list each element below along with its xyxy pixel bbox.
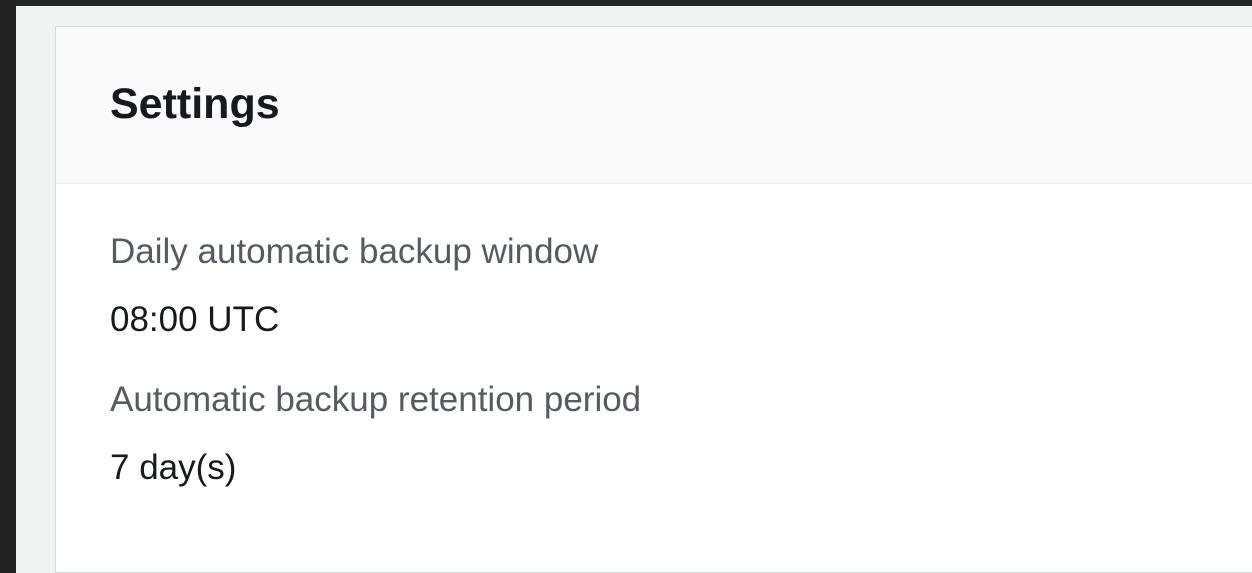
settings-panel: Settings Daily automatic backup window 0… <box>55 26 1252 573</box>
retention-period-value: 7 day(s) <box>110 448 237 487</box>
settings-title: Settings <box>110 80 280 128</box>
retention-period-label: Automatic backup retention period <box>110 380 642 419</box>
page-background: Settings Daily automatic backup window 0… <box>16 6 1252 573</box>
backup-window-value: 08:00 UTC <box>110 300 280 339</box>
settings-panel-header: Settings <box>56 27 1252 184</box>
backup-window-label: Daily automatic backup window <box>110 232 599 271</box>
